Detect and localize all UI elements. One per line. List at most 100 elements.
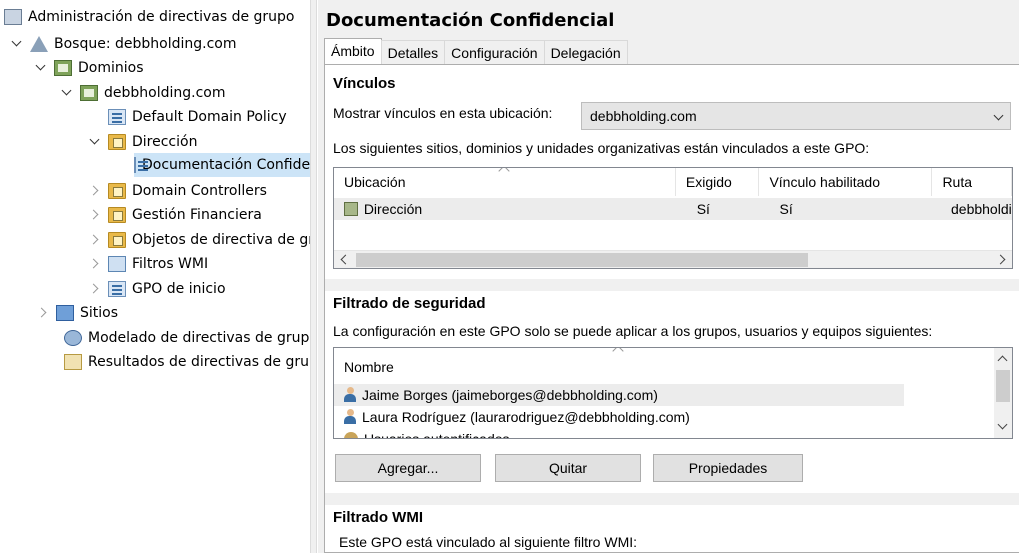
ou-icon — [108, 134, 126, 150]
properties-button[interactable]: Propiedades — [653, 454, 803, 482]
security-section-title: Filtrado de seguridad — [333, 295, 486, 312]
column-header-enforced[interactable]: Exigido — [675, 168, 760, 196]
column-header-enabled-label: Vínculo habilitado — [769, 174, 880, 190]
column-header-name[interactable]: Nombre — [334, 348, 904, 380]
list-item[interactable]: Laura Rodríguez (laurarodriguez@debbhold… — [334, 406, 904, 428]
list-item[interactable]: Usuarios autentificados — [334, 428, 904, 439]
tree-ou-direccion-label: Dirección — [132, 134, 198, 150]
list-item-label: Laura Rodríguez (laurarodriguez@debbhold… — [362, 409, 690, 425]
tree-gestion-financiera-label: Gestión Financiera — [132, 207, 262, 223]
column-header-enabled[interactable]: Vínculo habilitado — [759, 168, 933, 196]
list-item-label: Usuarios autentificados — [364, 431, 510, 439]
modeling-icon — [64, 330, 82, 346]
scroll-up-icon[interactable] — [997, 355, 1008, 366]
links-list[interactable]: Ubicación Exigido Vínculo habilitado Rut… — [333, 167, 1013, 269]
tree-results[interactable]: Resultados de directivas de grupo — [64, 350, 310, 374]
tree-forest[interactable]: Bosque: debbholding.com — [10, 32, 237, 56]
cell-enforced: Sí — [696, 201, 710, 217]
links-section-title: Vínculos — [333, 75, 396, 92]
user-icon — [344, 409, 356, 425]
tab-content: Vínculos Mostrar vínculos en esta ubicac… — [324, 64, 1019, 553]
security-list[interactable]: Nombre Jaime Borges (jaimeborges@debbhol… — [333, 347, 1013, 439]
tree-wmi-filters[interactable]: Filtros WMI — [88, 252, 208, 276]
tree-selected-gpo[interactable]: Documentación Confidencial — [134, 153, 310, 177]
tree-domains[interactable]: Dominios — [34, 56, 144, 80]
section-divider — [325, 279, 1019, 291]
tree-starter-gpos[interactable]: GPO de inicio — [88, 277, 226, 301]
forest-icon — [30, 36, 48, 52]
chevron-down-icon[interactable] — [34, 61, 48, 75]
column-header-path-label: Ruta — [942, 174, 973, 190]
links-description: Los siguientes sitios, dominios y unidad… — [333, 140, 870, 156]
tree-modeling[interactable]: Modelado de directivas de grupo — [64, 326, 310, 350]
chevron-down-icon[interactable] — [88, 135, 102, 149]
chevron-down-icon[interactable] — [10, 37, 24, 51]
column-header-name-label: Nombre — [344, 359, 394, 375]
horizontal-scrollbar[interactable] — [334, 250, 1012, 268]
list-item-label: Jaime Borges (jaimeborges@debbholding.co… — [362, 387, 658, 403]
tree-domain-label: debbholding.com — [104, 85, 226, 101]
chevron-right-icon[interactable] — [36, 306, 50, 320]
sort-ascending-icon — [612, 348, 624, 357]
tree-results-label: Resultados de directivas de grupo — [88, 354, 310, 370]
tree-gestion-financiera[interactable]: Gestión Financiera — [88, 203, 262, 227]
scroll-right-icon[interactable] — [995, 254, 1006, 265]
user-icon — [344, 387, 356, 403]
column-header-location-label: Ubicación — [344, 174, 406, 190]
tree-root-label: Administración de directivas de grupo — [28, 9, 295, 25]
gpo-link-icon — [134, 157, 148, 173]
pane-splitter[interactable] — [310, 0, 317, 553]
cell-location: Dirección — [363, 201, 423, 217]
chevron-right-icon[interactable] — [88, 233, 102, 247]
tree-gpo-objects[interactable]: Objetos de directiva de grupo — [88, 228, 310, 252]
cell-path: debbholding.com/Dirección — [951, 201, 1012, 217]
list-item[interactable]: Jaime Borges (jaimeborges@debbholding.co… — [334, 384, 904, 406]
tree-sites[interactable]: Sitios — [36, 301, 118, 325]
details-pane: Documentación Confidencial Ámbito Detall… — [318, 0, 1019, 553]
page-title: Documentación Confidencial — [326, 10, 615, 31]
security-description: La configuración en este GPO solo se pue… — [333, 323, 933, 339]
chevron-right-icon[interactable] — [88, 184, 102, 198]
gpo-container-icon — [108, 232, 126, 248]
tree-root[interactable]: Administración de directivas de grupo — [4, 5, 295, 29]
tree-ou-direccion[interactable]: Dirección — [88, 130, 197, 154]
column-header-location[interactable]: Ubicación — [334, 168, 676, 196]
results-icon — [64, 354, 82, 370]
sort-ascending-icon — [498, 168, 510, 177]
sites-icon — [56, 305, 74, 321]
add-button[interactable]: Agregar... — [335, 454, 481, 482]
gpmc-icon — [4, 9, 22, 25]
tree-domain-controllers[interactable]: Domain Controllers — [88, 179, 267, 203]
scroll-down-icon[interactable] — [997, 419, 1008, 430]
chevron-right-icon[interactable] — [88, 282, 102, 296]
table-row[interactable]: Dirección Sí Sí debbholding.com/Direcció… — [334, 198, 1012, 220]
domain-icon — [80, 85, 98, 101]
ou-icon — [108, 183, 126, 199]
chevron-right-icon[interactable] — [88, 208, 102, 222]
tab-strip: Ámbito Detalles Configuración Delegación — [324, 38, 628, 64]
location-dropdown-value: debbholding.com — [590, 108, 697, 124]
wmi-description: Este GPO está vinculado al siguiente fil… — [339, 534, 638, 550]
tab-ambito[interactable]: Ámbito — [324, 38, 382, 64]
tree-domain[interactable]: debbholding.com — [60, 81, 226, 105]
chevron-down-icon[interactable] — [60, 86, 74, 100]
location-dropdown[interactable]: debbholding.com — [581, 102, 1011, 130]
starter-gpo-icon — [108, 281, 126, 297]
tree-default-policy[interactable]: Default Domain Policy — [108, 105, 287, 129]
tree-domain-controllers-label: Domain Controllers — [132, 183, 267, 199]
scroll-left-icon[interactable] — [340, 254, 351, 265]
security-list-header: Nombre — [334, 348, 996, 380]
scrollbar-thumb[interactable] — [356, 253, 808, 267]
column-header-enforced-label: Exigido — [685, 174, 732, 190]
links-list-header: Ubicación Exigido Vínculo habilitado Rut… — [334, 168, 1012, 196]
column-header-path[interactable]: Ruta — [932, 168, 1012, 196]
tab-configuracion[interactable]: Configuración — [444, 40, 545, 64]
chevron-right-icon[interactable] — [88, 257, 102, 271]
group-icon — [344, 432, 358, 438]
tab-detalles[interactable]: Detalles — [380, 40, 446, 64]
tree-modeling-label: Modelado de directivas de grupo — [88, 330, 310, 346]
tab-delegacion[interactable]: Delegación — [543, 40, 628, 64]
remove-button[interactable]: Quitar — [495, 454, 641, 482]
scrollbar-thumb[interactable] — [996, 370, 1010, 402]
vertical-scrollbar[interactable] — [994, 348, 1012, 438]
